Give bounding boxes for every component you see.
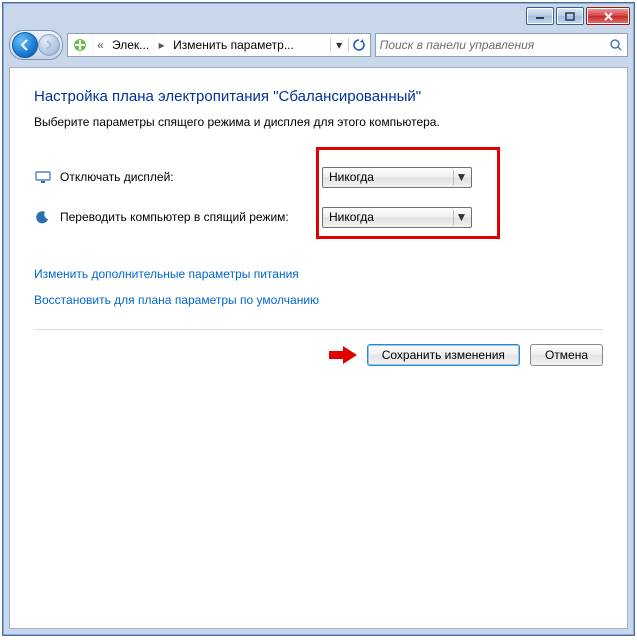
search-input[interactable]: Поиск в панели управления <box>375 33 628 57</box>
sleep-label: Переводить компьютер в спящий режим: <box>60 210 322 224</box>
breadcrumb-prefix[interactable]: « <box>92 34 108 56</box>
display-off-dropdown[interactable]: Никогда ▼ <box>322 167 472 188</box>
minimize-button[interactable] <box>526 7 554 25</box>
display-icon <box>34 168 52 186</box>
button-bar: Сохранить изменения Отмена <box>34 329 603 366</box>
breadcrumb-bar[interactable]: « Элек... ▸ Изменить параметр... ▾ <box>67 33 371 57</box>
titlebar <box>3 3 634 29</box>
client-area: Настройка плана электропитания "Сбаланси… <box>9 67 628 629</box>
power-options-icon <box>70 35 90 55</box>
search-placeholder: Поиск в панели управления <box>376 38 605 52</box>
chevron-down-icon: ▼ <box>453 170 469 185</box>
close-button[interactable] <box>586 7 630 25</box>
link-list: Изменить дополнительные параметры питани… <box>34 267 603 307</box>
refresh-button[interactable] <box>348 38 370 52</box>
breadcrumb-segment-2[interactable]: Изменить параметр... <box>169 38 298 52</box>
arrow-callout-icon <box>329 345 357 365</box>
save-button[interactable]: Сохранить изменения <box>367 344 520 366</box>
sleep-icon <box>34 208 52 226</box>
breadcrumb-segment-1[interactable]: Элек... <box>108 38 153 52</box>
display-off-label: Отключать дисплей: <box>60 170 322 184</box>
forward-button[interactable] <box>38 34 60 56</box>
sleep-dropdown[interactable]: Никогда ▼ <box>322 207 472 228</box>
chevron-right-icon[interactable]: ▸ <box>153 34 169 56</box>
address-bar: « Элек... ▸ Изменить параметр... ▾ Поиск… <box>9 29 628 61</box>
page-subtitle: Выберите параметры спящего режима и дисп… <box>34 115 603 129</box>
display-off-row: Отключать дисплей: Никогда ▼ <box>34 157 603 197</box>
breadcrumb-dropdown[interactable]: ▾ <box>330 38 348 52</box>
window-frame: « Элек... ▸ Изменить параметр... ▾ Поиск… <box>2 2 635 636</box>
back-button[interactable] <box>12 32 38 58</box>
search-icon[interactable] <box>605 38 627 52</box>
cancel-button[interactable]: Отмена <box>530 344 603 366</box>
maximize-button[interactable] <box>556 7 584 25</box>
page-title: Настройка плана электропитания "Сбаланси… <box>34 88 603 105</box>
nav-buttons <box>9 30 63 60</box>
display-off-value: Никогда <box>329 170 374 184</box>
settings-block: Отключать дисплей: Никогда ▼ Переводить … <box>34 157 603 237</box>
advanced-settings-link[interactable]: Изменить дополнительные параметры питани… <box>34 267 603 281</box>
sleep-row: Переводить компьютер в спящий режим: Ник… <box>34 197 603 237</box>
sleep-value: Никогда <box>329 210 374 224</box>
restore-defaults-link[interactable]: Восстановить для плана параметры по умол… <box>34 293 603 307</box>
chevron-down-icon: ▼ <box>453 210 469 225</box>
